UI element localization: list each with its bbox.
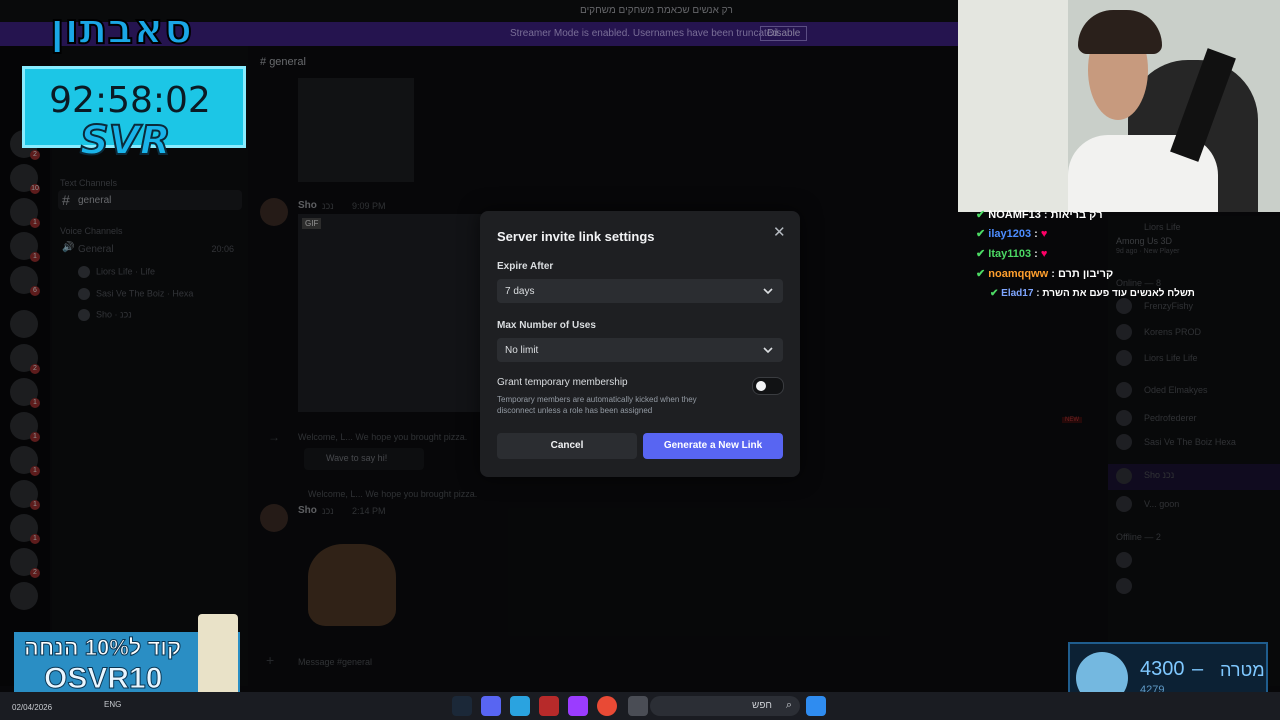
goal-target: 4300 [1140,658,1185,680]
windows-start-icon[interactable] [806,696,826,716]
chat-text: רק בריאות [1050,209,1103,221]
mod-badge: ✔ [976,268,986,280]
goal-dash: – [1192,658,1204,680]
expire-label: Expire After [497,261,554,272]
twitch-chat-line: ✔ Itay1103 : ♥ [976,248,1048,260]
mod-badge: ✔ [976,248,986,260]
cam-wall [958,0,1068,212]
max-uses-value: No limit [505,345,539,356]
taskbar-search[interactable]: חפש ⌕ [650,696,800,716]
grant-toggle[interactable] [752,377,784,395]
mod-badge: ✔ [976,228,986,240]
perfume-bottle-image [198,614,238,702]
goal-label: מטרה [1220,660,1265,680]
subathon-timer: 92:58:02 [49,80,211,121]
emote-icon: ♥ [1040,228,1048,240]
invite-settings-modal: Server invite link settings ✕ Expire Aft… [480,211,800,477]
taskbar [0,692,1280,720]
taskbar-language[interactable]: ENG [104,700,121,709]
app-icon[interactable] [539,696,559,716]
emote-icon: ♥ [1040,248,1048,260]
chrome-icon[interactable] [597,696,617,716]
cancel-button[interactable]: Cancel [497,433,637,459]
twitch-chat-line: ✔ noamqqww : קריבון תרם [976,268,1114,280]
chat-user: NOAMF13 [988,209,1041,221]
webcam-overlay [958,0,1280,212]
mod-badge: ✔ [990,288,999,299]
expire-value: 7 days [505,286,535,297]
chat-user: Elad17 [1001,288,1034,299]
chat-text: קריבון תרם [1057,268,1114,280]
twitch-chat-line: ✔ NOAMF13 : רק בריאות [976,209,1103,221]
svr-logo: SVR [79,117,172,165]
twitch-chat-line: ✔ Elad17 : תשלח לאנשים עוד פעם את השרת [990,288,1195,299]
steam-icon[interactable] [452,696,472,716]
grant-label: Grant temporary membership [497,377,628,388]
files-icon[interactable] [628,696,648,716]
search-icon: ⌕ [785,699,792,711]
chat-text: תשלח לאנשים עוד פעם את השרת [1042,288,1195,299]
modal-title: Server invite link settings [497,229,655,244]
max-uses-select[interactable]: No limit [497,338,783,362]
taskbar-date: 02/04/2026 [12,703,53,712]
promo-code: OSVR10 [43,662,163,696]
discord-icon[interactable] [481,696,501,716]
obs-icon[interactable] [568,696,588,716]
search-label: חפש [752,700,772,711]
max-uses-label: Max Number of Uses [497,320,596,331]
close-icon[interactable]: ✕ [773,223,786,241]
mod-badge: ✔ [976,209,986,221]
chevron-down-icon [763,347,773,354]
chat-user: Itay1103 [988,248,1032,260]
expire-select[interactable]: 7 days [497,279,783,303]
grant-description: Temporary members are automatically kick… [497,395,697,415]
toggle-knob [756,381,766,391]
chevron-down-icon [763,288,773,295]
promo-line1: קוד ל10% הנחה [23,635,182,661]
generate-link-button[interactable]: Generate a New Link [643,433,783,459]
chat-user: noamqqww [988,268,1049,280]
chat-user: ilay1203 [988,228,1032,240]
cam-hair [1078,10,1162,54]
telegram-icon[interactable] [510,696,530,716]
subathon-logo: סאבתון [49,3,193,54]
twitch-chat-line: ✔ ilay1203 : ♥ [976,228,1048,240]
